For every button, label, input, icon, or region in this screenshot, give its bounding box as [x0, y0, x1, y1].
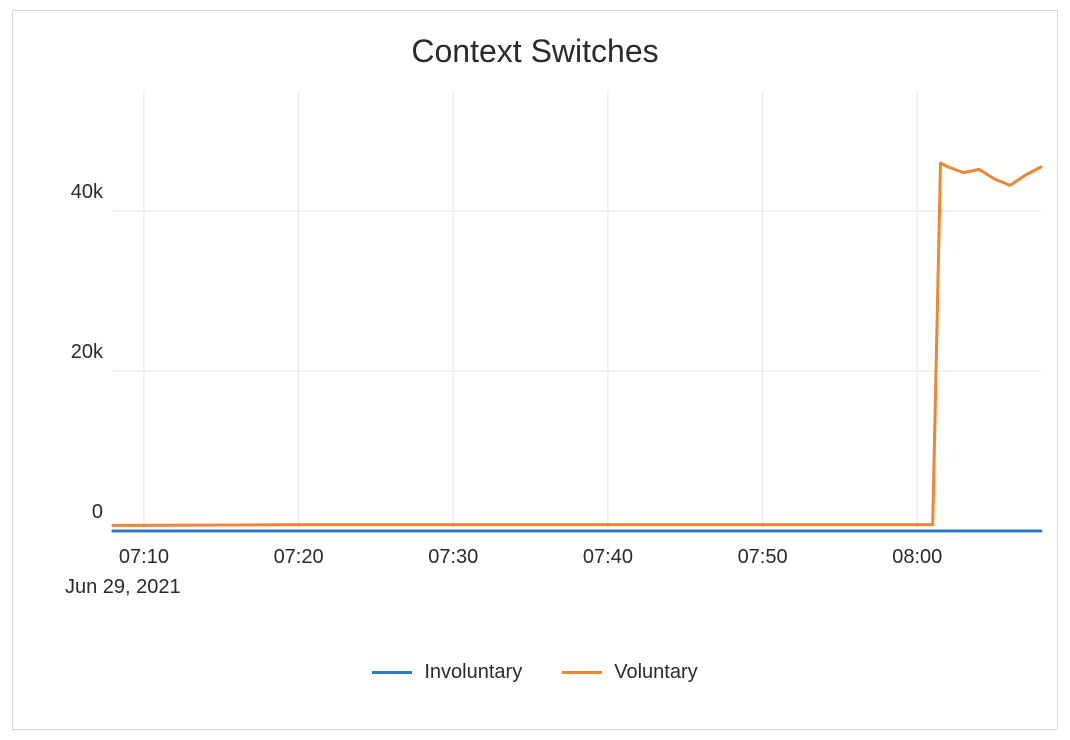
y-tick-20k: 20k	[23, 341, 103, 364]
x-date-label: Jun 29, 2021	[65, 576, 181, 599]
legend-swatch-voluntary	[562, 671, 602, 674]
chart-frame: Context Switches 0 20k 40k 07:10 07:20 0…	[12, 10, 1058, 730]
legend-label-voluntary: Voluntary	[614, 661, 697, 684]
legend-item-voluntary[interactable]: Voluntary	[562, 661, 697, 684]
y-tick-0: 0	[23, 501, 103, 524]
plot-svg	[113, 91, 1041, 531]
x-tick-2: 07:30	[428, 546, 478, 569]
legend-item-involuntary[interactable]: Involuntary	[372, 661, 522, 684]
gridlines	[113, 91, 1041, 531]
legend-swatch-involuntary	[372, 671, 412, 674]
legend: Involuntary Voluntary	[13, 661, 1057, 684]
x-tick-4: 07:50	[738, 546, 788, 569]
legend-label-involuntary: Involuntary	[424, 661, 522, 684]
x-tick-3: 07:40	[583, 546, 633, 569]
chart-title: Context Switches	[13, 33, 1057, 70]
x-tick-5: 08:00	[892, 546, 942, 569]
y-tick-40k: 40k	[23, 181, 103, 204]
series-voluntary	[113, 163, 1041, 525]
x-tick-0: 07:10	[119, 546, 169, 569]
plot-area[interactable]	[113, 91, 1041, 531]
x-tick-1: 07:20	[274, 546, 324, 569]
